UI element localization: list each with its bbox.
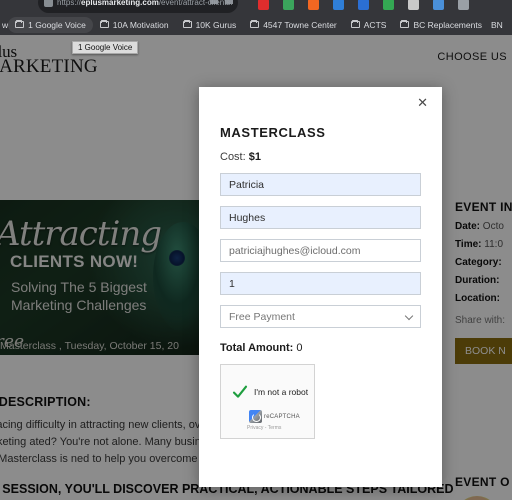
folder-icon [15,19,25,28]
bookmark-item[interactable]: 10A Motivation [93,17,176,33]
extension-icons [258,0,469,10]
browser-window: https://eplusmarketing.com/event/attract… [0,0,512,500]
extension-icon[interactable] [458,0,469,10]
recaptcha-widget[interactable]: I'm not a robot reCAPTCHA Privacy - Term… [220,364,315,439]
close-icon[interactable]: ✕ [417,96,428,109]
modal-body: MASTERCLASS Cost: $1 Free Payment Total … [199,87,442,439]
email-input[interactable] [220,239,421,262]
bookmark-star-icon[interactable] [210,0,218,4]
bookmark-item[interactable]: 10K Gurus [176,17,244,33]
quantity-input[interactable] [220,272,421,295]
recaptcha-terms: Privacy - Terms [247,425,282,431]
total-amount: Total Amount: 0 [220,342,303,354]
checkmark-icon [232,385,248,398]
address-bar-url: https://eplusmarketing.com/event/attract… [57,0,232,7]
page-content: eplus MARKETING CHOOSE US Attracting CLI… [0,35,512,500]
folder-icon [182,19,192,28]
bookmark-item[interactable]: ACTS [344,17,394,33]
folder-icon [400,19,410,28]
payment-select[interactable]: Free Payment [220,305,421,328]
extension-icon[interactable] [308,0,319,10]
bookmark-tooltip: 1 Google Voice [72,41,139,54]
bookmark-label: 4547 Towne Center [263,19,337,30]
bookmark-label: 10K Gurus [195,19,237,30]
extension-icon[interactable] [433,0,444,10]
last-name-input[interactable] [220,206,421,229]
address-bar-actions [210,0,233,4]
extension-icon[interactable] [358,0,369,10]
modal-cost: Cost: $1 [220,151,261,163]
recaptcha-brand: reCAPTCHA [264,413,300,420]
bookmark-item[interactable]: w [0,20,8,30]
bookmark-label: ACTS [363,19,387,30]
recaptcha-label: I'm not a robot [254,387,309,397]
bookmark-label: 1 Google Voice [28,19,86,30]
registration-modal: ✕ MASTERCLASS Cost: $1 Free Payment Tota… [199,87,442,487]
bookmark-label: 10A Motivation [112,19,169,30]
bookmark-item[interactable]: 4547 Towne Center [243,17,344,33]
bookmarks-bar: w 1 Google Voice 10A Motivation 10K Gurus 45… [0,14,512,35]
first-name-input[interactable] [220,173,421,196]
recaptcha-icon [249,410,262,423]
lock-icon [44,0,53,7]
extension-icon[interactable] [383,0,394,10]
browser-toolbar: https://eplusmarketing.com/event/attract… [0,0,512,14]
folder-icon [250,19,260,28]
modal-title: MASTERCLASS [220,125,326,140]
bookmark-item[interactable]: 1 Google Voice [8,16,93,33]
extension-icon[interactable] [408,0,419,10]
bookmark-item[interactable]: BC Replacements [393,17,489,33]
bookmark-item[interactable]: BN [489,20,503,30]
recaptcha-logo: reCAPTCHA [249,410,300,423]
folder-icon [99,19,109,28]
extension-icon[interactable] [258,0,269,10]
extensions-icon[interactable] [225,0,233,4]
bookmark-label: BC Replacements [413,19,482,30]
extension-icon[interactable] [333,0,344,10]
extension-icon[interactable] [283,0,294,10]
folder-icon [350,19,360,28]
payment-select-wrapper: Free Payment [220,305,421,328]
modal-form-fields [220,173,421,295]
address-bar[interactable]: https://eplusmarketing.com/event/attract… [38,0,238,13]
